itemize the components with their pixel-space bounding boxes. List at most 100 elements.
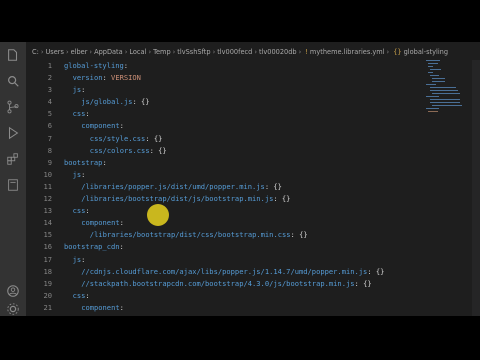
- breadcrumb-segment[interactable]: elber: [71, 48, 88, 56]
- code-line[interactable]: 2 version: VERSION: [26, 72, 466, 84]
- yaml-file-icon: !: [305, 48, 308, 56]
- breadcrumb-segment[interactable]: tlvSshSftp: [177, 48, 210, 56]
- breadcrumb-symbol[interactable]: global-styling: [404, 48, 448, 56]
- activity-bar: [0, 42, 26, 316]
- code-line[interactable]: 10 js:: [26, 169, 466, 181]
- yaml-punctuation: : {}: [367, 266, 385, 276]
- breadcrumb-separator: ›: [254, 48, 257, 56]
- extensions-icon[interactable]: [4, 150, 22, 168]
- yaml-punctuation: :: [102, 73, 112, 83]
- explorer-icon[interactable]: [4, 46, 22, 64]
- cursor-highlight: [147, 204, 169, 226]
- code-text: version: VERSION: [73, 72, 141, 84]
- breadcrumb-segment[interactable]: tlv000fecd: [217, 48, 252, 56]
- line-number: 13: [43, 206, 52, 216]
- yaml-punctuation: : {}: [372, 315, 389, 316]
- minimap[interactable]: [426, 60, 462, 114]
- code-area[interactable]: 1 global-styling: 2 version: VERSION 3 js: 4 js…: [26, 60, 466, 316]
- code-line[interactable]: 7 css/style.css: {}: [26, 133, 466, 145]
- code-text: css:: [73, 205, 90, 217]
- yaml-key: js: [72, 254, 82, 264]
- code-line[interactable]: 9 bootstrap:: [26, 157, 466, 169]
- breadcrumb-segment[interactable]: tlv00020db: [259, 48, 297, 56]
- line-number: 17: [43, 254, 52, 264]
- breadcrumb-separator: ›: [172, 48, 176, 56]
- yaml-punctuation: : {}: [354, 278, 372, 288]
- code-line[interactable]: 13 css:: [26, 205, 466, 217]
- settings-icon[interactable]: [4, 300, 22, 316]
- code-line[interactable]: 5 css:: [26, 108, 466, 120]
- line-number: 3: [47, 85, 52, 95]
- yaml-punctuation: :: [119, 242, 124, 252]
- line-number: 15: [43, 230, 52, 240]
- code-text: global-styling:: [64, 60, 128, 72]
- line-number: 8: [47, 145, 52, 155]
- yaml-key: component: [81, 302, 120, 312]
- breadcrumb-separator: ›: [298, 48, 302, 56]
- code-text: /libraries/bootstrap/dist/css/bootstrap.…: [90, 229, 308, 241]
- breadcrumb-separator: ›: [124, 48, 128, 56]
- yaml-key: css/colors.css: [89, 145, 150, 155]
- yaml-key: component: [81, 218, 120, 228]
- line-number: 22: [26, 314, 52, 316]
- code-line[interactable]: 6 component:: [26, 120, 466, 132]
- code-text: component:: [81, 217, 124, 229]
- breadcrumb-segment[interactable]: Local: [129, 48, 146, 56]
- yaml-key: css: [72, 206, 86, 216]
- remote-icon[interactable]: [4, 176, 22, 194]
- vscode-window: C: › Users › elber › AppData › Local › Temp › tlvSsh…: [0, 42, 480, 316]
- run-debug-icon[interactable]: [4, 124, 22, 142]
- yaml-punctuation: :: [102, 157, 107, 167]
- code-line[interactable]: 14 component:: [26, 217, 466, 229]
- symbol-object-icon: {}: [393, 48, 402, 56]
- yaml-punctuation: : {}: [290, 230, 308, 240]
- line-number: 1: [47, 61, 52, 70]
- breadcrumb-separator: ›: [148, 48, 152, 56]
- code-line[interactable]: 4 js/global.js: {}: [26, 96, 466, 108]
- vertical-scrollbar[interactable]: [472, 60, 480, 316]
- breadcrumb-segment[interactable]: Temp: [153, 48, 171, 56]
- code-line[interactable]: 22 //stackpath.bootstrapcdn.com/bootstrap…: [26, 314, 466, 316]
- yaml-punctuation: :: [119, 218, 124, 228]
- code-line[interactable]: 1 global-styling:: [26, 60, 466, 72]
- yaml-key: js: [72, 169, 82, 179]
- code-line[interactable]: 15/libraries/bootstrap/dist/css/bootstra…: [26, 229, 466, 241]
- yaml-key: global-styling: [64, 61, 124, 70]
- code-text: bootstrap_cdn:: [64, 241, 124, 253]
- breadcrumb-segment[interactable]: Users: [45, 48, 63, 56]
- code-line[interactable]: 17 js:: [26, 254, 466, 266]
- code-line[interactable]: 11/libraries/popper.js/dist/umd/popper.m…: [26, 181, 466, 193]
- breadcrumb-separator: ›: [65, 48, 69, 56]
- source-control-icon[interactable]: [4, 98, 22, 116]
- line-number: 19: [43, 278, 52, 288]
- line-number: 5: [47, 109, 52, 119]
- code-line[interactable]: 3 js:: [26, 84, 466, 96]
- yaml-punctuation: : {}: [264, 181, 282, 191]
- code-line[interactable]: 8 css/colors.css: {}: [26, 145, 466, 157]
- yaml-punctuation: :: [81, 169, 86, 179]
- breadcrumb-file[interactable]: mytheme.libraries.yml: [310, 48, 385, 56]
- code-line[interactable]: 12/libraries/bootstrap/dist/js/bootstrap…: [26, 193, 466, 205]
- line-number: 9: [47, 157, 52, 167]
- account-icon[interactable]: [4, 282, 22, 300]
- yaml-key: js/global.js: [81, 97, 133, 107]
- code-text: //stackpath.bootstrapcdn.com/bootstrap/4…: [90, 314, 389, 316]
- code-line[interactable]: 16 bootstrap_cdn:: [26, 241, 466, 253]
- yaml-value: VERSION: [111, 73, 141, 83]
- yaml-key: /libraries/bootstrap/dist/js/bootstrap.m…: [81, 194, 274, 204]
- breadcrumb-segment[interactable]: C:: [32, 48, 39, 56]
- yaml-punctuation: :: [81, 85, 86, 95]
- code-line[interactable]: 20 css:: [26, 290, 466, 302]
- search-icon[interactable]: [4, 72, 22, 90]
- code-text: //stackpath.bootstrapcdn.com/bootstrap/4…: [81, 278, 371, 290]
- yaml-punctuation: : {}: [149, 145, 167, 155]
- yaml-punctuation: :: [85, 206, 90, 216]
- line-number: 21: [43, 302, 52, 312]
- yaml-key: /libraries/popper.js/dist/umd/popper.min…: [81, 181, 265, 191]
- code-line[interactable]: 19 //stackpath.bootstrapcdn.com/bootstrap…: [26, 278, 466, 290]
- code-text: component:: [81, 120, 124, 132]
- code-line[interactable]: 18 //cdnjs.cloudflare.com/ajax/libs/poppe…: [26, 266, 466, 278]
- code-line[interactable]: 21 component:: [26, 302, 466, 314]
- breadcrumb-segment[interactable]: AppData: [94, 48, 123, 56]
- yaml-key: bootstrap_cdn: [64, 242, 120, 252]
